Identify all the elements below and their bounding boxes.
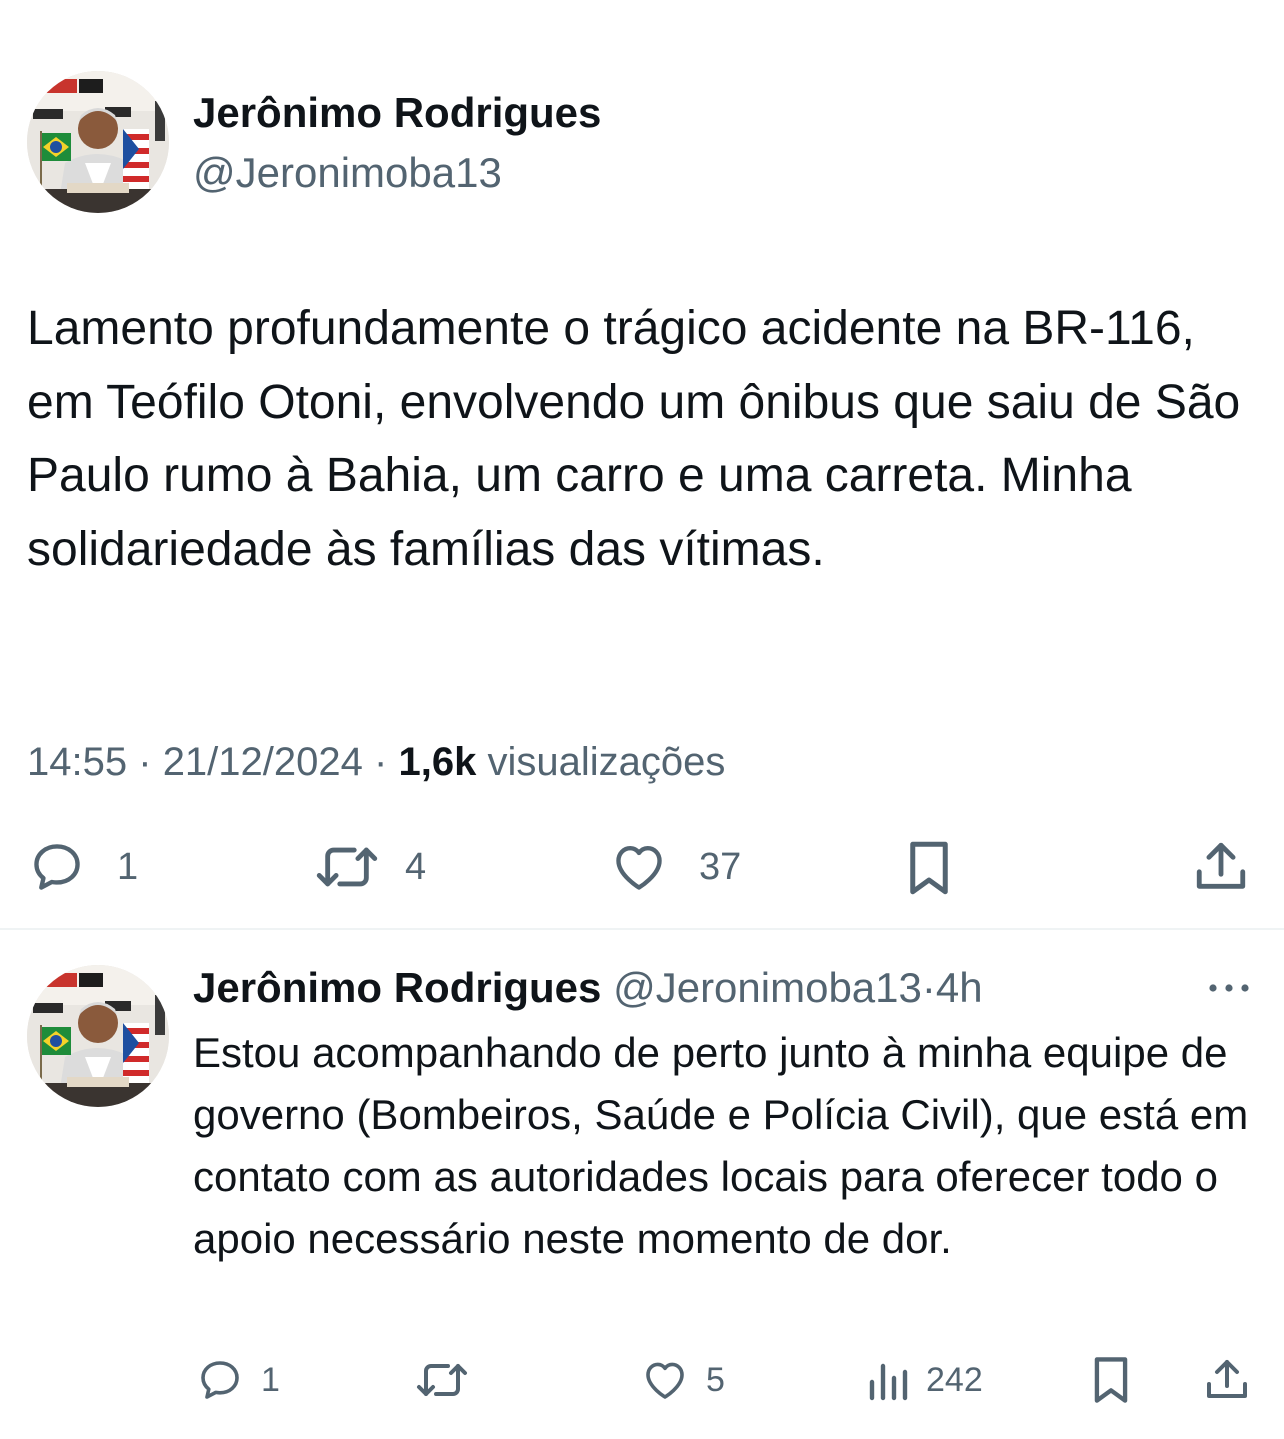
reply-header: Jerônimo Rodrigues @Jeronimoba13·4h xyxy=(193,962,983,1014)
speech-bubble-icon xyxy=(201,1361,239,1399)
author-handle[interactable]: @Jeronimoba13 xyxy=(193,148,502,198)
share-button[interactable] xyxy=(1192,838,1250,896)
meta-separator: · xyxy=(921,964,936,1011)
reply-button[interactable]: 1 xyxy=(27,838,138,896)
avatar[interactable] xyxy=(27,71,169,213)
repost-arrows-icon xyxy=(316,847,378,887)
like-count: 37 xyxy=(699,845,742,888)
like-button[interactable]: 37 xyxy=(609,838,741,896)
like-button[interactable]: 5 xyxy=(640,1356,725,1404)
tweet-divider xyxy=(0,928,1284,930)
share-upload-icon xyxy=(1196,842,1246,889)
views-button[interactable]: 242 xyxy=(866,1356,983,1404)
bookmark-button[interactable] xyxy=(1089,1354,1133,1406)
bookmark-button[interactable] xyxy=(902,838,956,898)
repost-arrows-icon xyxy=(417,1364,467,1396)
repost-count: 4 xyxy=(405,845,427,888)
tweet-time[interactable]: 14:55 xyxy=(27,740,127,784)
views-label: visualizações xyxy=(487,740,726,784)
views-count: 1,6k xyxy=(398,740,477,784)
speech-bubble-icon xyxy=(34,844,80,890)
views-count: 242 xyxy=(926,1360,983,1399)
author-name[interactable]: Jerônimo Rodrigues xyxy=(193,88,601,138)
tweet-meta: 14:55 · 21/12/2024 · 1,6k visualizações xyxy=(27,736,725,788)
bookmark-icon xyxy=(910,841,948,895)
share-button[interactable] xyxy=(1203,1356,1251,1404)
repost-button[interactable] xyxy=(414,1356,486,1404)
tweet-text: Lamento profundamente o trágico acidente… xyxy=(27,302,1241,576)
reply-count: 1 xyxy=(117,845,139,888)
repost-button[interactable]: 4 xyxy=(313,838,426,896)
author-handle[interactable]: @Jeronimoba13 xyxy=(613,964,922,1011)
reply-button[interactable]: 1 xyxy=(195,1356,280,1404)
avatar-photo xyxy=(27,71,169,213)
tweet-date[interactable]: 21/12/2024 xyxy=(163,740,363,784)
meta-separator: · xyxy=(374,740,388,784)
bar-chart-icon xyxy=(869,1363,908,1401)
heart-icon xyxy=(616,845,662,890)
tweet-time[interactable]: 4h xyxy=(936,964,983,1011)
heart-icon xyxy=(646,1362,684,1399)
author-name[interactable]: Jerônimo Rodrigues xyxy=(193,964,601,1011)
meta-separator: · xyxy=(138,740,152,784)
more-dots-icon[interactable] xyxy=(1206,978,1252,998)
main-tweet: Jerônimo Rodrigues @Jeronimoba13 Lamento… xyxy=(0,0,1284,928)
share-upload-icon xyxy=(1207,1360,1247,1398)
like-count: 5 xyxy=(706,1360,725,1399)
tweet-text: Estou acompanhando de perto junto à minh… xyxy=(193,1029,1249,1262)
avatar[interactable] xyxy=(27,965,169,1107)
bookmark-icon xyxy=(1094,1357,1128,1403)
avatar-photo xyxy=(27,965,169,1107)
reply-count: 1 xyxy=(261,1360,280,1399)
